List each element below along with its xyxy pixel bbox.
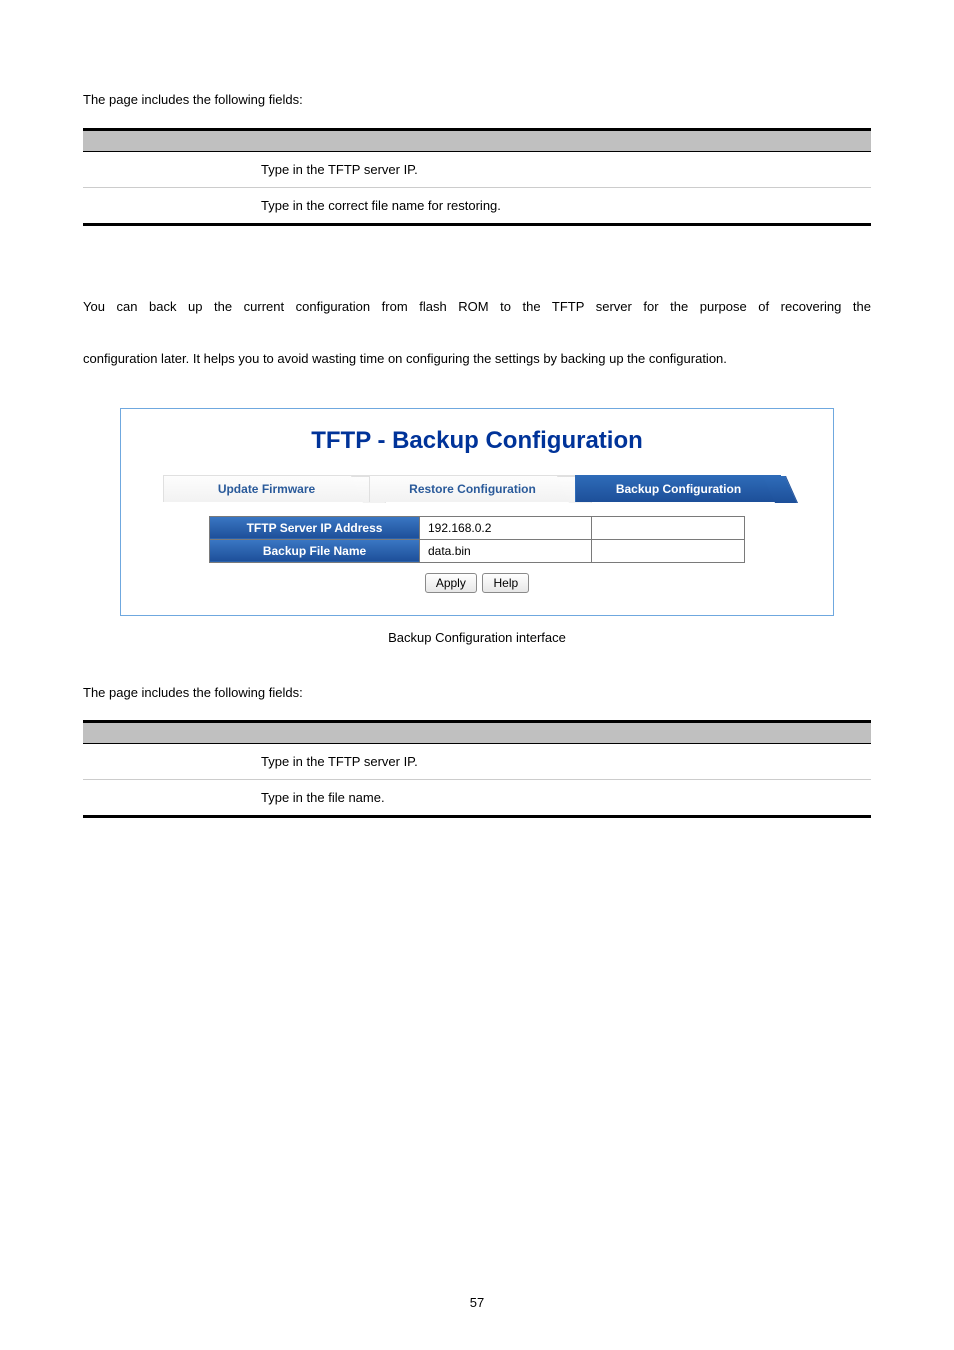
figure-caption: Backup Configuration interface [83,630,871,645]
table-row: Type in the TFTP server IP. [83,151,871,187]
table1-row1-label [83,151,253,187]
table-row: Type in the file name. [83,780,871,817]
button-row: Apply Help [121,573,833,593]
fields-table-1: Type in the TFTP server IP. Type in the … [83,128,871,226]
tab-update-firmware[interactable]: Update Firmware [163,475,369,502]
table2-header-2 [253,722,871,744]
table-row: TFTP Server IP Address 192.168.0.2 [210,516,745,539]
table1-header-2 [253,129,871,151]
prop-label-ip: TFTP Server IP Address [210,516,420,539]
fields-table-2: Type in the TFTP server IP. Type in the … [83,720,871,818]
intro-text-1: The page includes the following fields: [83,90,871,110]
table-row: Type in the TFTP server IP. [83,744,871,780]
table-row: Backup File Name data.bin [210,539,745,562]
section-description: You can back up the current configuratio… [83,294,871,372]
tftp-server-ip-value[interactable]: 192.168.0.2 [420,516,592,539]
tab-label: Update Firmware [218,482,315,496]
tab-label: Restore Configuration [409,482,536,496]
tabs-row: Update Firmware Restore Configuration Ba… [149,475,805,502]
table2-row1-label [83,744,253,780]
table1-row1-desc: Type in the TFTP server IP. [253,151,871,187]
tab-label: Backup Configuration [616,482,741,496]
table2-row2-label [83,780,253,817]
table2-header-1 [83,722,253,744]
backup-config-figure: TFTP - Backup Configuration Update Firmw… [120,408,834,616]
backup-file-name-value[interactable]: data.bin [420,539,592,562]
apply-button[interactable]: Apply [425,573,477,593]
table-row: Type in the correct file name for restor… [83,187,871,224]
section-desc-line2: configuration later. It helps you to avo… [83,351,727,366]
intro-text-2: The page includes the following fields: [83,683,871,703]
table2-row2-desc: Type in the file name. [253,780,871,817]
tab-restore-configuration[interactable]: Restore Configuration [369,475,575,502]
section-desc-line1: You can back up the current configuratio… [83,294,871,346]
figure-title: TFTP - Backup Configuration [121,427,833,455]
table1-row2-label [83,187,253,224]
table2-row1-desc: Type in the TFTP server IP. [253,744,871,780]
blank-cell [592,539,745,562]
tab-backup-configuration[interactable]: Backup Configuration [575,475,781,502]
blank-cell [592,516,745,539]
properties-table: TFTP Server IP Address 192.168.0.2 Backu… [209,516,745,563]
page-number: 57 [0,1295,954,1310]
prop-label-filename: Backup File Name [210,539,420,562]
help-button[interactable]: Help [482,573,529,593]
table1-header-1 [83,129,253,151]
table1-row2-desc: Type in the correct file name for restor… [253,187,871,224]
